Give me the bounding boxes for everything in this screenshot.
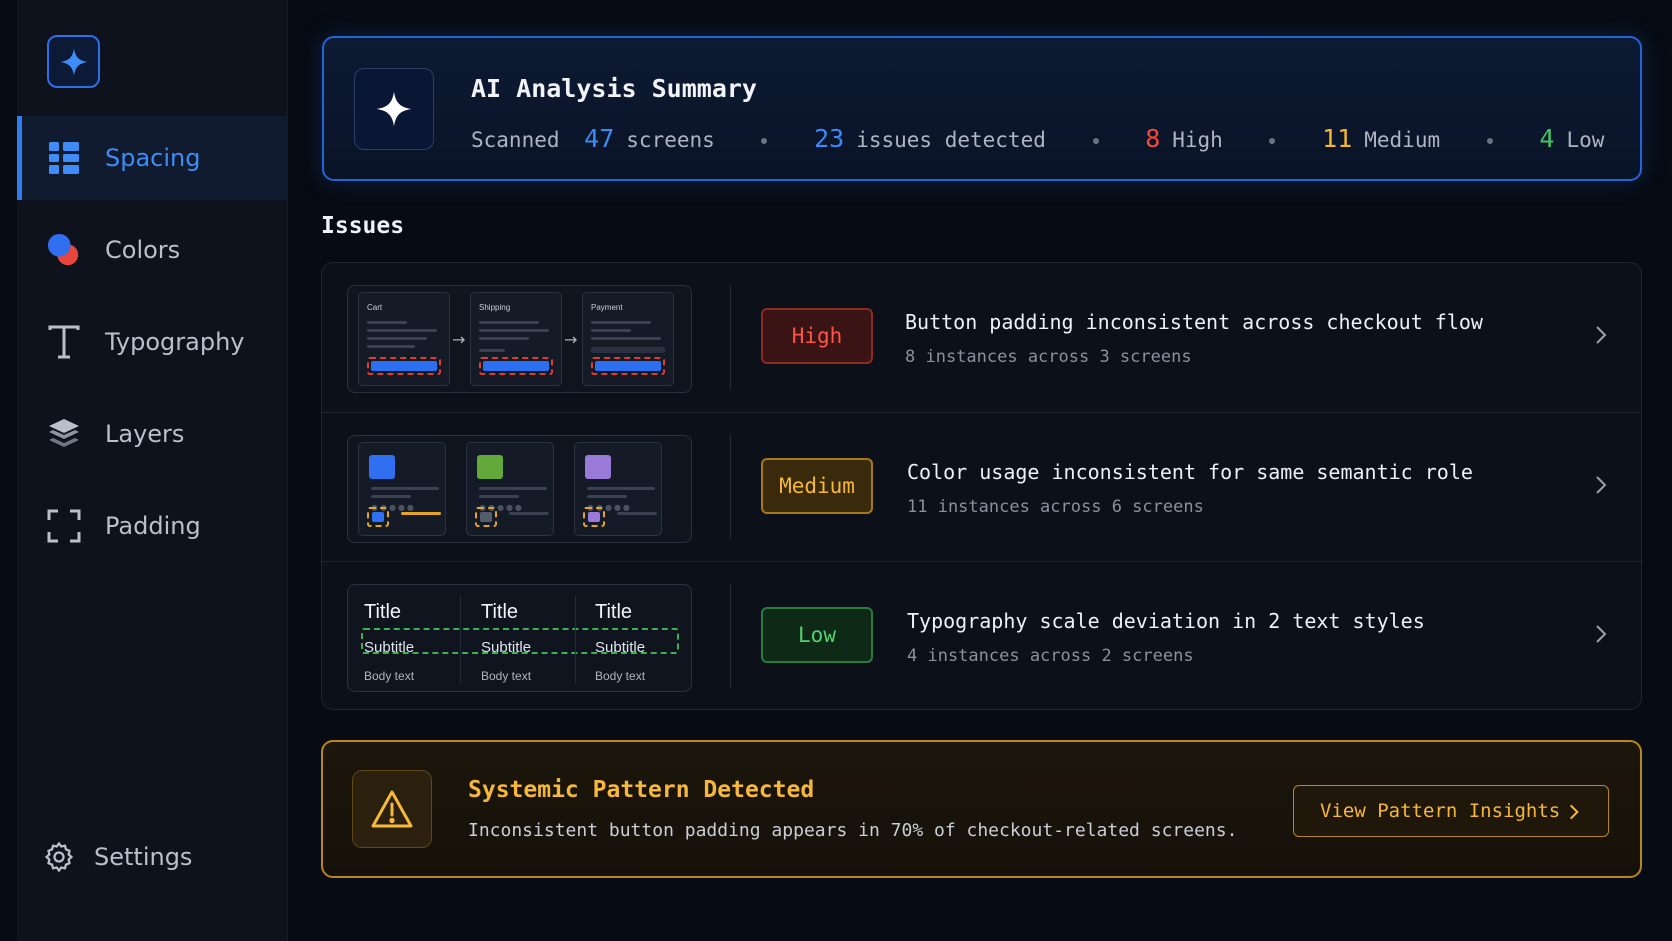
thumb-typo-column: Title Subtitle Body text bbox=[595, 601, 646, 683]
settings-button[interactable]: Settings bbox=[42, 840, 192, 874]
thumb-screen-payment: Payment bbox=[582, 292, 674, 386]
highlighted-swatch bbox=[367, 507, 389, 527]
thumb-screen-label: Shipping bbox=[479, 303, 511, 312]
sparkle-icon bbox=[376, 91, 412, 127]
sidebar-item-label: Colors bbox=[105, 236, 181, 264]
thumb-screen-label: Cart bbox=[367, 303, 383, 312]
thumb-screen-shipping: Shipping bbox=[470, 292, 562, 386]
separator-dot bbox=[761, 138, 768, 144]
severity-badge-medium: Medium bbox=[761, 458, 873, 514]
arrow-right-icon: → bbox=[564, 330, 578, 349]
sidebar-item-typography[interactable]: Typography bbox=[17, 300, 288, 384]
issue-title: Color usage inconsistent for same semant… bbox=[907, 460, 1473, 484]
issue-thumbnail: Title Subtitle Body text Title Subtitle … bbox=[347, 584, 692, 692]
high-label: High bbox=[1172, 128, 1223, 152]
sidebar-item-label: Spacing bbox=[105, 144, 201, 172]
severity-badge-high: High bbox=[761, 308, 873, 364]
issue-title: Typography scale deviation in 2 text sty… bbox=[907, 609, 1425, 633]
thumb-screen: ●●●●● bbox=[574, 442, 662, 536]
issues-heading: Issues bbox=[321, 213, 405, 239]
sidebar-item-colors[interactable]: Colors bbox=[17, 208, 288, 292]
sidebar-nav: Spacing Colors Typography Layers Padding bbox=[17, 116, 288, 576]
thumb-screen: ●●●●● bbox=[358, 442, 446, 536]
severity-badge-low: Low bbox=[761, 607, 873, 663]
warning-icon-box bbox=[352, 770, 432, 848]
issue-title: Button padding inconsistent across check… bbox=[905, 310, 1483, 334]
highlighted-button bbox=[591, 357, 665, 375]
issues-list: Cart → Shipping → Payment High Button pa… bbox=[321, 262, 1642, 710]
sparkle-icon bbox=[59, 47, 88, 76]
thumb-screen-cart: Cart bbox=[358, 292, 450, 386]
thumb-typo-column: Title Subtitle Body text bbox=[364, 601, 415, 683]
chevron-right-icon[interactable] bbox=[1589, 622, 1613, 646]
highlighted-swatch bbox=[583, 507, 605, 527]
summary-stats: Scanned 47 screens 23 issues detected 8 Hig… bbox=[471, 124, 1604, 153]
issue-thumbnail: ●●●●● ●●●●● ●●●●● bbox=[347, 435, 692, 543]
grid-icon bbox=[47, 141, 81, 175]
screens-label: screens bbox=[626, 128, 715, 152]
screens-count: 47 bbox=[584, 124, 615, 153]
sidebar-item-padding[interactable]: Padding bbox=[17, 484, 288, 568]
thumb-screen-label: Payment bbox=[591, 303, 623, 312]
issue-subtitle: 11 instances across 6 screens bbox=[907, 497, 1204, 517]
pattern-description: Inconsistent button padding appears in 7… bbox=[468, 820, 1238, 841]
settings-label: Settings bbox=[94, 843, 193, 871]
colors-icon bbox=[47, 233, 81, 267]
issues-count: 23 bbox=[814, 124, 845, 153]
chevron-right-icon bbox=[1569, 804, 1579, 820]
pattern-title: Systemic Pattern Detected bbox=[468, 777, 815, 803]
highlighted-button bbox=[367, 357, 441, 375]
typography-icon bbox=[47, 325, 81, 359]
analysis-summary-card: AI Analysis Summary Scanned 47 screens 23… bbox=[322, 36, 1642, 181]
medium-count: 11 bbox=[1322, 124, 1353, 153]
systemic-pattern-card: Systemic Pattern Detected Inconsistent b… bbox=[321, 740, 1642, 878]
summary-title: AI Analysis Summary bbox=[471, 74, 757, 103]
chevron-right-icon[interactable] bbox=[1589, 323, 1613, 347]
padding-icon bbox=[47, 509, 81, 543]
app-logo[interactable] bbox=[47, 35, 100, 88]
issue-thumbnail: Cart → Shipping → Payment bbox=[347, 285, 692, 393]
highlighted-button bbox=[479, 357, 553, 375]
sidebar-item-label: Padding bbox=[105, 512, 201, 540]
scanned-prefix: Scanned bbox=[471, 128, 560, 152]
sidebar-item-label: Layers bbox=[105, 420, 185, 448]
layers-icon bbox=[47, 417, 81, 451]
sidebar: Spacing Colors Typography Layers Padding… bbox=[17, 0, 288, 941]
high-count: 8 bbox=[1145, 124, 1161, 153]
separator-dot bbox=[1269, 138, 1276, 144]
separator-dot bbox=[1092, 138, 1099, 144]
divider bbox=[730, 584, 731, 688]
issue-row-high[interactable]: Cart → Shipping → Payment High Button pa… bbox=[322, 263, 1641, 411]
button-label: View Pattern Insights bbox=[1320, 800, 1561, 822]
low-count: 4 bbox=[1539, 124, 1555, 153]
separator-dot bbox=[1486, 138, 1493, 144]
low-label: Low bbox=[1566, 128, 1605, 152]
gear-icon bbox=[44, 841, 74, 873]
sidebar-item-layers[interactable]: Layers bbox=[17, 392, 288, 476]
issue-row-medium[interactable]: ●●●●● ●●●●● ●●●●● Medium Color usage inc… bbox=[322, 412, 1641, 560]
issue-row-low[interactable]: Title Subtitle Body text Title Subtitle … bbox=[322, 561, 1641, 709]
color-swatch bbox=[585, 455, 611, 479]
summary-icon-box bbox=[354, 68, 434, 150]
thumb-screen: ●●●●● bbox=[466, 442, 554, 536]
issue-subtitle: 8 instances across 3 screens bbox=[905, 347, 1192, 367]
sidebar-item-spacing[interactable]: Spacing bbox=[17, 116, 288, 200]
issues-label: issues detected bbox=[856, 128, 1046, 152]
highlighted-swatch bbox=[475, 507, 497, 527]
divider bbox=[730, 285, 731, 389]
divider bbox=[730, 435, 731, 539]
warning-icon bbox=[371, 790, 413, 828]
sidebar-item-label: Typography bbox=[105, 328, 245, 356]
arrow-right-icon: → bbox=[452, 330, 466, 349]
issue-subtitle: 4 instances across 2 screens bbox=[907, 646, 1194, 666]
thumb-typo-column: Title Subtitle Body text bbox=[481, 601, 532, 683]
view-pattern-insights-button[interactable]: View Pattern Insights bbox=[1293, 785, 1609, 837]
medium-label: Medium bbox=[1364, 128, 1441, 152]
chevron-right-icon[interactable] bbox=[1589, 473, 1613, 497]
color-swatch bbox=[477, 455, 503, 479]
color-swatch bbox=[369, 455, 395, 479]
